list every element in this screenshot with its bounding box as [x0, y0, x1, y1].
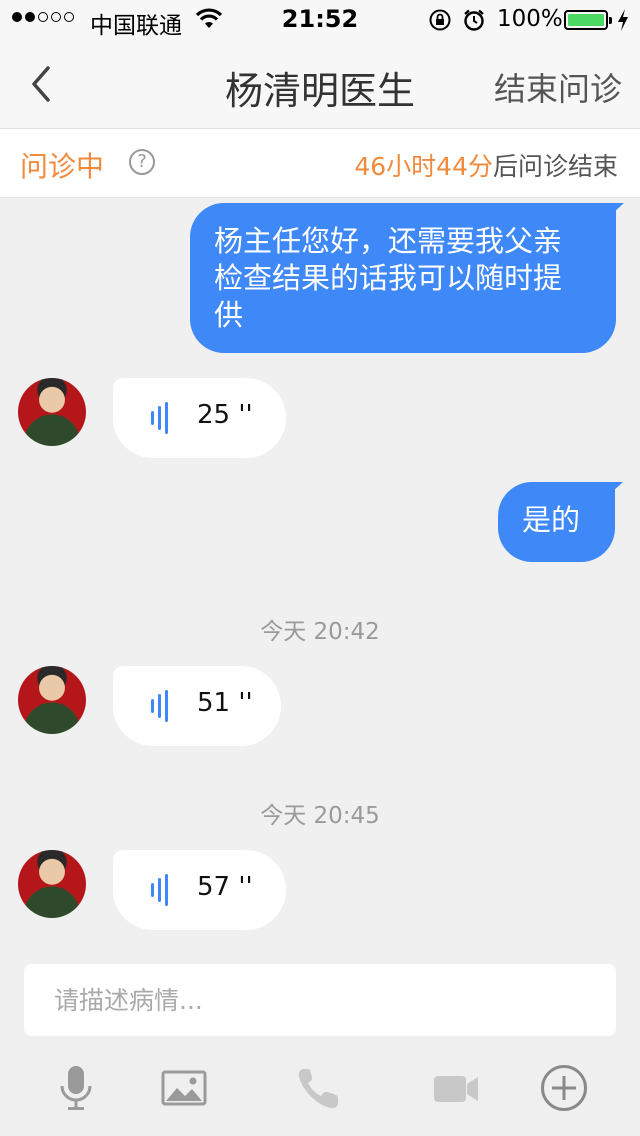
- doctor-avatar[interactable]: [18, 378, 86, 446]
- doctor-avatar[interactable]: [18, 850, 86, 918]
- message-timestamp: 今天 20:42: [260, 619, 380, 645]
- charging-icon: [618, 9, 628, 31]
- message-input[interactable]: [24, 964, 616, 1036]
- plus-circle-icon[interactable]: [540, 1064, 588, 1112]
- voice-message[interactable]: 51 '': [113, 666, 281, 746]
- voice-message[interactable]: 25 '': [113, 378, 286, 458]
- doctor-avatar[interactable]: [18, 666, 86, 734]
- voice-message[interactable]: 57 '': [113, 850, 286, 930]
- voice-duration: 51 '': [197, 688, 253, 718]
- battery-icon: [564, 10, 612, 30]
- image-icon[interactable]: [161, 1064, 207, 1112]
- voice-duration: 57 '': [197, 872, 253, 902]
- consultation-status-bar: 问诊中 ? 46小时44分后问诊结束: [0, 129, 640, 198]
- voice-duration: 25 '': [197, 400, 253, 430]
- status-bar: 中国联通 21:52 100%: [0, 0, 640, 40]
- video-camera-icon[interactable]: [432, 1064, 480, 1112]
- voice-wave-icon: [151, 874, 168, 906]
- message-line: 杨主任您好，还需要我父亲: [214, 224, 563, 258]
- nav-bar: 杨清明医生 结束问诊: [0, 40, 640, 129]
- alarm-icon: [464, 9, 484, 31]
- countdown-suffix: 后问诊结束: [492, 152, 618, 181]
- outgoing-message[interactable]: 杨主任您好，还需要我父亲 检查结果的话我可以随时提 供: [190, 203, 624, 353]
- voice-wave-icon: [151, 690, 168, 722]
- consultation-status: 问诊中: [20, 150, 105, 183]
- rotation-lock-icon: [429, 9, 451, 31]
- message-text: 是的: [522, 503, 581, 537]
- message-line: 检查结果的话我可以随时提: [214, 261, 563, 295]
- question-circle-icon[interactable]: ?: [129, 149, 155, 175]
- message-line: 供: [214, 298, 244, 332]
- countdown-value: 46小时44分: [354, 152, 493, 181]
- end-consultation-button[interactable]: 结束问诊: [494, 64, 622, 110]
- battery-percent: 100%: [497, 6, 563, 32]
- input-area: [0, 962, 640, 1136]
- outgoing-message[interactable]: 是的: [498, 482, 623, 562]
- voice-wave-icon: [151, 402, 168, 434]
- microphone-icon[interactable]: [58, 1064, 94, 1112]
- countdown: 46小时44分后问诊结束: [354, 147, 618, 183]
- phone-icon[interactable]: [296, 1064, 342, 1112]
- message-timestamp: 今天 20:45: [260, 803, 380, 829]
